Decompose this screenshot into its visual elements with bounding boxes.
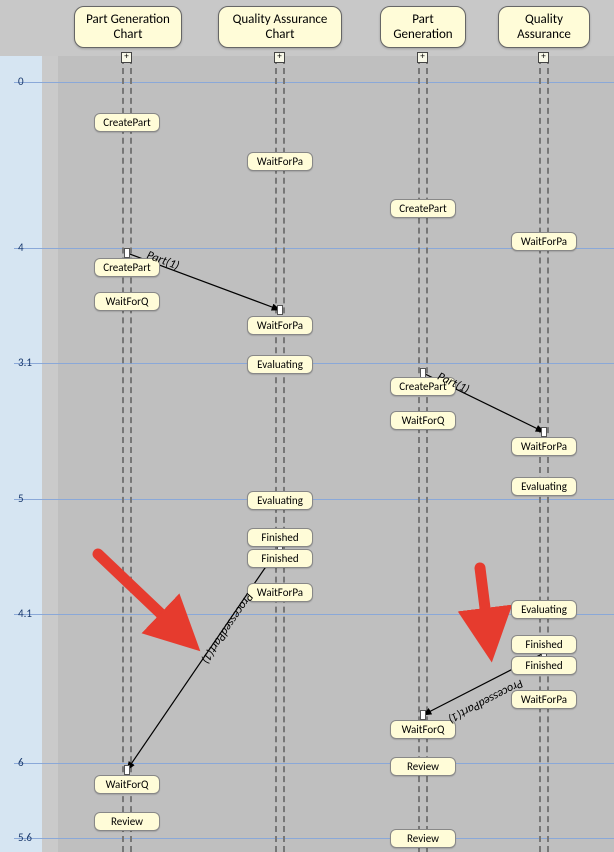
time-gutter xyxy=(0,56,42,852)
state-event[interactable]: CreatePart xyxy=(94,113,160,132)
time-label: 5 xyxy=(18,492,24,505)
state-event[interactable]: Evaluating xyxy=(511,477,577,496)
activation-bar xyxy=(420,710,426,720)
time-gridline xyxy=(14,82,614,83)
state-event[interactable]: WaitForQ xyxy=(94,292,160,311)
time-gridline xyxy=(14,838,614,839)
time-gridline xyxy=(14,363,614,364)
state-event[interactable]: WaitForQ xyxy=(390,720,456,739)
state-event[interactable]: Finished xyxy=(247,528,313,547)
activation-bar xyxy=(541,427,547,437)
lane-header-pgc[interactable]: Part GenerationChart xyxy=(74,6,182,48)
lane-header-pg[interactable]: PartGeneration xyxy=(380,6,466,48)
state-event[interactable]: WaitForPa xyxy=(511,232,577,251)
state-event[interactable]: Finished xyxy=(511,635,577,654)
state-event[interactable]: WaitForPa xyxy=(247,316,313,335)
state-event[interactable]: WaitForPa xyxy=(247,152,313,171)
diagram-canvas-margin xyxy=(42,56,58,852)
activation-bar xyxy=(124,765,130,775)
state-event[interactable]: Finished xyxy=(511,656,577,675)
state-event[interactable]: WaitForPa xyxy=(511,690,577,709)
state-event[interactable]: Evaluating xyxy=(247,355,313,374)
state-event[interactable]: Evaluating xyxy=(247,491,313,510)
time-label: 6 xyxy=(18,756,24,769)
state-event[interactable]: WaitForPa xyxy=(247,583,313,602)
time-label: 4 xyxy=(18,241,24,254)
state-event[interactable]: Finished xyxy=(247,549,313,568)
state-event[interactable]: Review xyxy=(390,757,456,776)
state-event[interactable]: WaitForQ xyxy=(390,411,456,430)
time-gridline xyxy=(14,499,614,500)
expand-icon[interactable] xyxy=(417,52,428,63)
state-event[interactable]: Review xyxy=(390,829,456,848)
lane-header-label: Part GenerationChart xyxy=(86,12,170,42)
time-label: 4.1 xyxy=(18,607,32,620)
lane-header-label: QualityAssurance xyxy=(517,12,571,42)
activation-bar xyxy=(277,305,283,315)
state-event[interactable]: WaitForQ xyxy=(94,775,160,794)
time-gridline xyxy=(14,763,614,764)
time-label: 0 xyxy=(18,75,24,88)
state-event[interactable]: WaitForPa xyxy=(511,437,577,456)
activation-bar xyxy=(124,248,130,258)
state-event[interactable]: CreatePart xyxy=(390,199,456,218)
lane-header-label: Quality AssuranceChart xyxy=(233,12,328,42)
lane-header-qac[interactable]: Quality AssuranceChart xyxy=(218,6,342,48)
lane-header-qa[interactable]: QualityAssurance xyxy=(498,6,590,48)
time-label: 5.6 xyxy=(18,831,32,844)
expand-icon[interactable] xyxy=(538,52,549,63)
state-event[interactable]: Evaluating xyxy=(511,600,577,619)
expand-icon[interactable] xyxy=(274,52,285,63)
header-row: Part GenerationChart Quality AssuranceCh… xyxy=(0,6,614,58)
time-label: 3.1 xyxy=(18,356,32,369)
state-event[interactable]: Review xyxy=(94,812,160,831)
lane-header-label: PartGeneration xyxy=(393,12,452,42)
expand-icon[interactable] xyxy=(121,52,132,63)
